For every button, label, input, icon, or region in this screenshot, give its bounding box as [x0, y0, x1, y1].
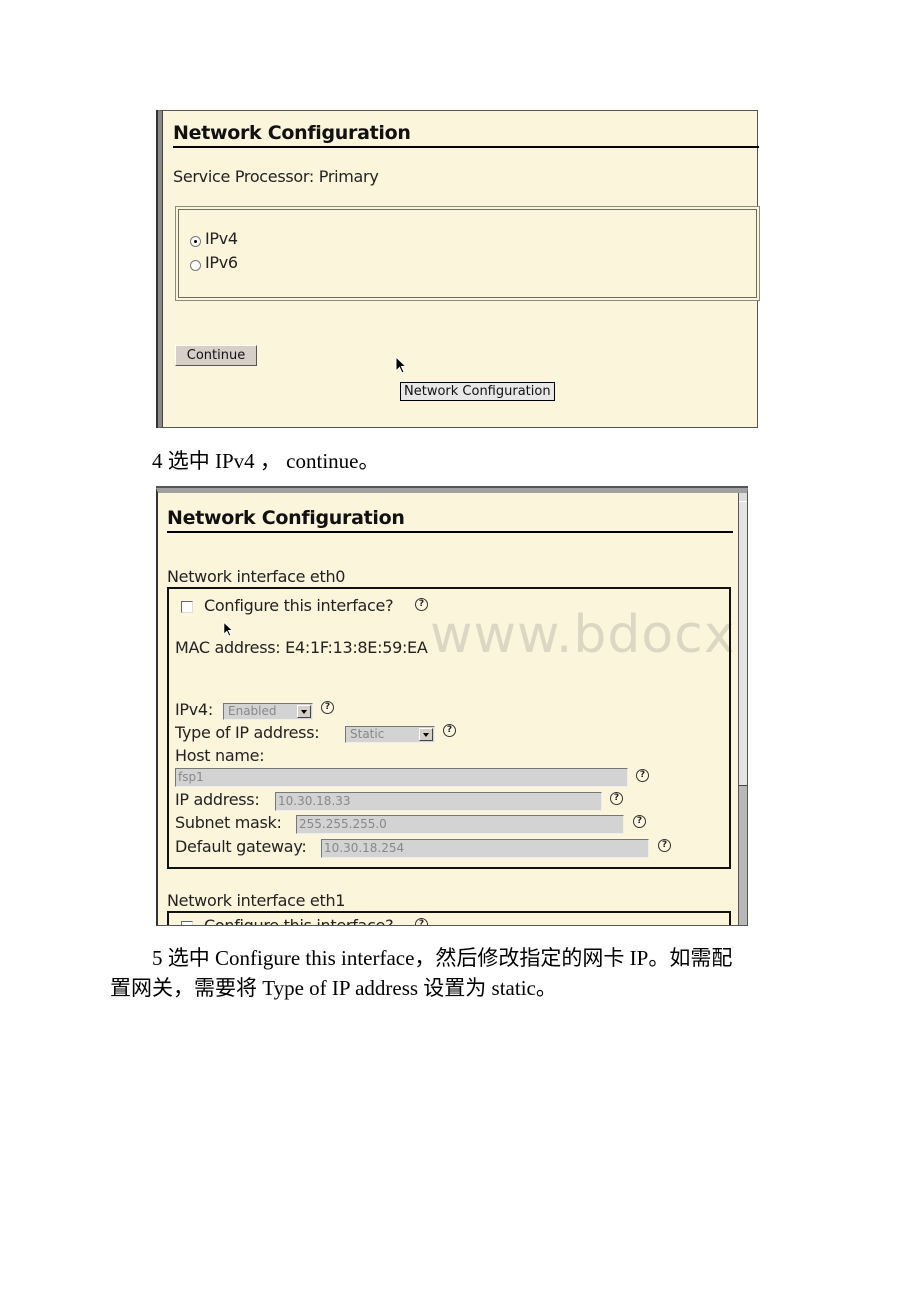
help-icon[interactable]: ?: [610, 792, 623, 805]
tooltip: Network Configuration: [400, 382, 555, 401]
eth1-groupbox: Configure this interface? ?: [167, 911, 731, 925]
ip-address-input[interactable]: 10.30.18.33: [275, 792, 602, 811]
ip-type-select[interactable]: Static: [345, 726, 435, 743]
host-name-input[interactable]: fsp1: [175, 768, 628, 787]
mouse-cursor-icon: [223, 621, 234, 637]
gateway-input[interactable]: 10.30.18.254: [321, 839, 649, 858]
subnet-mask-input[interactable]: 255.255.255.0: [296, 815, 624, 834]
chevron-down-icon[interactable]: [419, 728, 433, 741]
help-icon[interactable]: ?: [658, 839, 671, 852]
title-rule: [173, 146, 759, 148]
configure-eth1-checkbox[interactable]: [181, 921, 193, 925]
configure-eth0-checkbox[interactable]: [181, 601, 193, 613]
help-icon[interactable]: ?: [415, 598, 428, 611]
help-icon[interactable]: ?: [443, 724, 456, 737]
step5-instruction-line1: 5 选中 Configure this interface，然后修改指定的网卡 …: [152, 946, 733, 970]
help-icon[interactable]: ?: [636, 769, 649, 782]
continue-button[interactable]: Continue: [175, 345, 257, 366]
title-rule: [167, 531, 733, 533]
network-config-panel-ipversion: Network Configuration Service Processor:…: [156, 110, 760, 428]
ipv6-radio[interactable]: [190, 260, 201, 271]
step5-instruction-line2: 置网关，需要将 Type of IP address 设置为 static。: [110, 976, 557, 1000]
ipv6-radio-label[interactable]: IPv6: [205, 253, 238, 272]
ip-type-label: Type of IP address:: [175, 723, 320, 742]
scroll-up-arrow-icon[interactable]: [739, 493, 747, 501]
step4-instruction: 4 选中 IPv4 ， continue。: [152, 449, 380, 473]
eth1-section-label: Network interface eth1: [167, 891, 346, 910]
vertical-scrollbar[interactable]: [738, 493, 747, 925]
help-icon[interactable]: ?: [321, 701, 334, 714]
ip-version-groupbox: IPv4 IPv6: [175, 206, 760, 301]
mac-address-label: MAC address: E4:1F:13:8E:59:EA: [175, 638, 428, 657]
configure-eth0-label[interactable]: Configure this interface?: [204, 596, 394, 615]
ipv4-radio-label[interactable]: IPv4: [205, 229, 238, 248]
network-config-panel-interfaces: www.bdocx.com Network Configuration Netw…: [156, 488, 748, 926]
ipv4-select[interactable]: Enabled: [223, 703, 313, 720]
subnet-mask-label: Subnet mask:: [175, 813, 282, 832]
eth0-section-label: Network interface eth0: [167, 567, 346, 586]
mouse-cursor-icon: [395, 356, 408, 374]
scrollbar-thumb[interactable]: [739, 501, 747, 786]
ipv4-label: IPv4:: [175, 700, 213, 719]
help-icon[interactable]: ?: [633, 815, 646, 828]
chevron-down-icon[interactable]: [297, 705, 311, 718]
ip-address-label: IP address:: [175, 790, 260, 809]
configure-eth1-label[interactable]: Configure this interface?: [204, 916, 394, 925]
ipv4-radio[interactable]: [190, 236, 201, 247]
host-name-label: Host name:: [175, 746, 265, 765]
gateway-label: Default gateway:: [175, 837, 307, 856]
service-processor-label: Service Processor: Primary: [173, 167, 379, 186]
ip-type-select-value: Static: [350, 727, 385, 741]
ipv4-select-value: Enabled: [228, 704, 277, 718]
help-icon[interactable]: ?: [415, 918, 428, 925]
panel-title: Network Configuration: [167, 507, 405, 529]
panel-title: Network Configuration: [173, 122, 411, 144]
eth0-groupbox: Configure this interface? ? MAC address:…: [167, 587, 731, 869]
